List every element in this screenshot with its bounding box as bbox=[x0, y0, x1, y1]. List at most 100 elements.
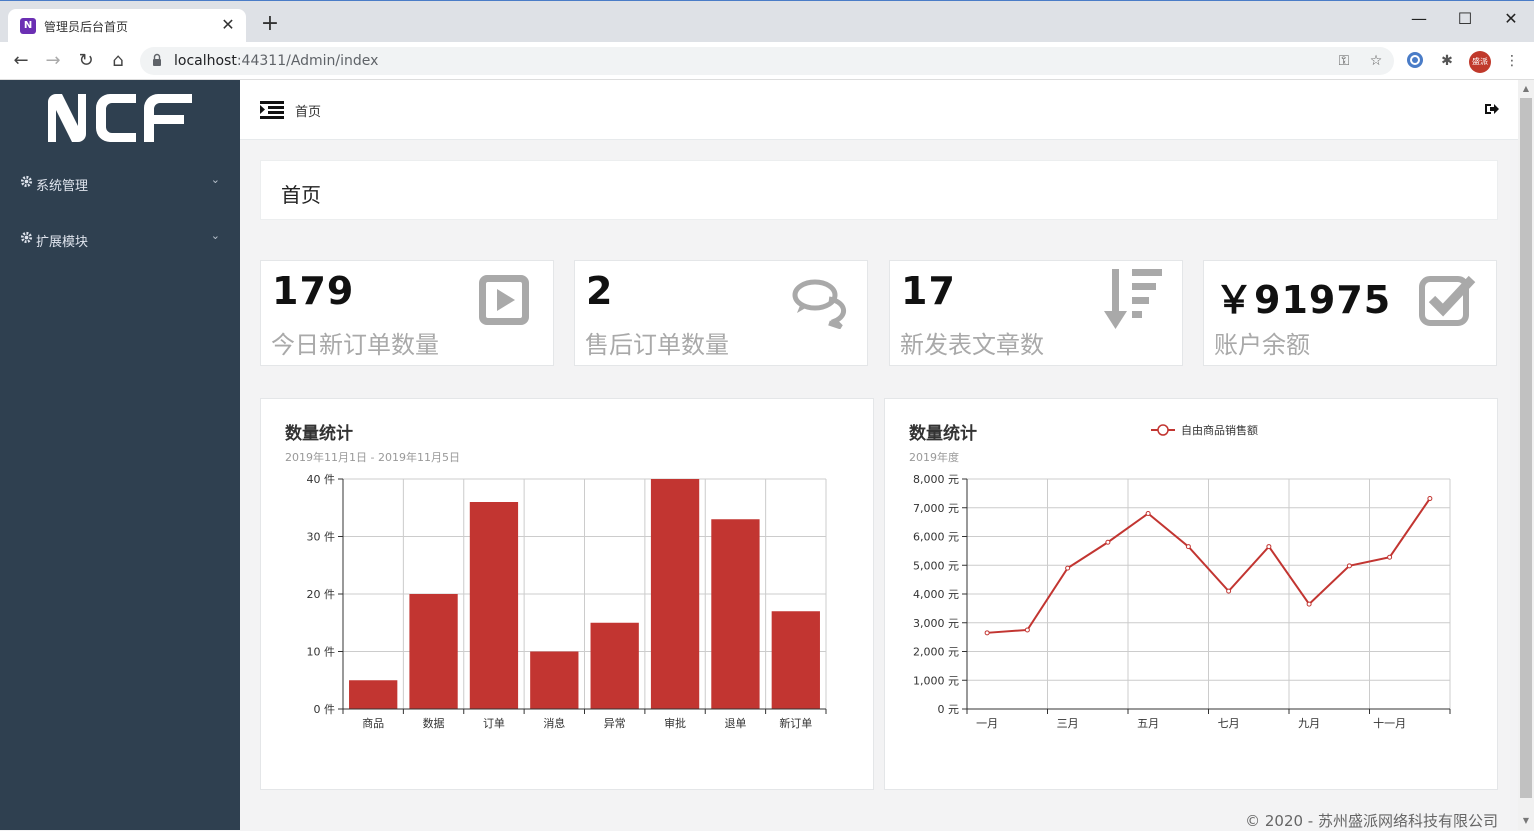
reload-button[interactable]: ↻ bbox=[74, 49, 98, 73]
lock-icon bbox=[153, 53, 161, 66]
x-tick-label: 七月 bbox=[1218, 717, 1240, 730]
chevron-down-icon: ⌄ bbox=[210, 173, 220, 186]
new-tab-button[interactable]: + bbox=[258, 13, 282, 37]
window-close-button[interactable]: ✕ bbox=[1488, 5, 1534, 33]
sidebar-item-label: 系统管理 bbox=[36, 179, 89, 194]
extensions-puzzle-icon[interactable]: ✱ bbox=[1437, 51, 1457, 71]
breadcrumb[interactable]: 首页 bbox=[295, 101, 321, 120]
stat-card-new-articles: 17 新发表文章数 bbox=[889, 260, 1183, 366]
x-tick-label: 三月 bbox=[1057, 717, 1079, 730]
data-point-九月 bbox=[1306, 601, 1312, 607]
indent-menu-icon[interactable] bbox=[260, 101, 284, 119]
page-header: 首页 bbox=[260, 160, 1498, 220]
data-point-二月 bbox=[1024, 627, 1030, 633]
x-tick-label: 异常 bbox=[604, 717, 626, 730]
data-point-三月 bbox=[1065, 565, 1071, 571]
x-tick-label: 商品 bbox=[362, 716, 384, 730]
bar-商品 bbox=[349, 680, 398, 709]
data-point-十二月 bbox=[1427, 496, 1433, 502]
play-square-icon bbox=[479, 275, 529, 325]
profile-avatar[interactable]: 盛派 bbox=[1469, 51, 1491, 73]
y-tick-label: 5,000 元 bbox=[913, 559, 959, 572]
sidebar: 系统管理 ⌄ 扩展模块 ⌄ bbox=[0, 80, 240, 830]
stat-label: 新发表文章数 bbox=[900, 331, 1044, 359]
back-button[interactable]: ← bbox=[9, 49, 33, 73]
window-minimize-button[interactable]: — bbox=[1396, 5, 1442, 33]
stat-label: 售后订单数量 bbox=[585, 331, 729, 359]
stat-card-after-sales: 2 售后订单数量 bbox=[574, 260, 868, 366]
check-square-icon bbox=[1419, 275, 1476, 326]
favicon-icon: N bbox=[20, 18, 36, 34]
y-tick-label: 30 件 bbox=[307, 531, 336, 544]
tab-close-icon[interactable]: ✕ bbox=[218, 15, 238, 35]
bar-新订单 bbox=[771, 611, 820, 709]
comments-icon bbox=[792, 279, 846, 329]
stat-card-balance: ￥91975 账户余额 bbox=[1203, 260, 1497, 366]
y-tick-label: 3,000 元 bbox=[913, 617, 959, 630]
y-tick-label: 0 件 bbox=[314, 703, 336, 716]
x-tick-label: 数据 bbox=[423, 716, 445, 730]
y-tick-label: 7,000 元 bbox=[913, 502, 959, 515]
browser-toolbar: ← → ↻ ⌂ localhost:44311/Admin/index ⚿ ☆ … bbox=[0, 42, 1534, 80]
key-icon[interactable]: ⚿ bbox=[1334, 51, 1354, 71]
scroll-down-icon[interactable]: ▼ bbox=[1521, 816, 1531, 826]
home-button[interactable]: ⌂ bbox=[106, 49, 130, 73]
ncf-logo bbox=[48, 94, 192, 142]
browser-menu-icon[interactable]: ⋮ bbox=[1502, 51, 1522, 71]
y-tick-label: 8,000 元 bbox=[913, 473, 959, 486]
bar-chart: 0 件 10 件 20 件 30 件 40 件商品 数据 订单 消息 异常 审批 退单 新订单 bbox=[307, 473, 827, 730]
y-tick-label: 2,000 元 bbox=[913, 646, 959, 659]
data-point-六月 bbox=[1185, 544, 1191, 550]
y-tick-label: 40 件 bbox=[307, 473, 336, 486]
stat-value: 2 bbox=[586, 269, 614, 313]
bar-异常 bbox=[590, 622, 639, 709]
gear-icon bbox=[20, 175, 33, 188]
stat-value: 179 bbox=[272, 269, 355, 313]
extension-icon[interactable] bbox=[1405, 51, 1425, 71]
page-scrollbar[interactable]: ▲ ▼ bbox=[1518, 80, 1534, 830]
scroll-thumb[interactable] bbox=[1520, 98, 1532, 798]
x-tick-label: 十一月 bbox=[1373, 716, 1406, 730]
forward-button[interactable]: → bbox=[41, 49, 65, 73]
y-tick-label: 1,000 元 bbox=[913, 674, 959, 687]
browser-tab[interactable]: N 管理员后台首页 ✕ bbox=[8, 9, 246, 43]
legend-marker bbox=[1157, 424, 1169, 436]
x-tick-label: 五月 bbox=[1137, 717, 1159, 730]
sort-amount-desc-icon bbox=[1104, 269, 1162, 329]
data-point-十一月 bbox=[1387, 554, 1393, 560]
sign-out-icon[interactable] bbox=[1484, 101, 1500, 117]
footer-copyright: © 2020 - 苏州盛派网络科技有限公司 bbox=[1245, 812, 1498, 830]
y-tick-label: 6,000 元 bbox=[913, 531, 959, 544]
x-tick-label: 订单 bbox=[483, 717, 505, 730]
url-text[interactable]: localhost:44311/Admin/index bbox=[174, 53, 378, 69]
data-point-七月 bbox=[1226, 588, 1232, 594]
x-tick-label: 消息 bbox=[543, 716, 565, 730]
url-host: localhost bbox=[174, 53, 237, 69]
bookmark-star-icon[interactable]: ☆ bbox=[1366, 51, 1386, 71]
data-point-四月 bbox=[1105, 539, 1111, 545]
sidebar-item-system[interactable]: 系统管理 ⌄ bbox=[0, 165, 240, 201]
stat-label: 今日新订单数量 bbox=[271, 331, 439, 359]
data-point-五月 bbox=[1145, 511, 1151, 516]
line-chart: 0 元 1,000 元 2,000 元 3,000 元 4,000 元 5,000 元 6,… bbox=[913, 423, 1451, 730]
window-maximize-button[interactable]: ☐ bbox=[1442, 5, 1488, 33]
extension-logo-icon bbox=[1407, 52, 1423, 68]
legend-label: 自由商品销售额 bbox=[1181, 423, 1258, 437]
x-tick-label: 一月 bbox=[976, 717, 998, 730]
x-tick-label: 退单 bbox=[724, 717, 746, 730]
gear-icon bbox=[20, 231, 33, 244]
bar-消息 bbox=[530, 651, 579, 709]
line-chart-panel: 数量统计 2019年度 0 元 1,000 元 2,000 元 3,000 元 4,00… bbox=[884, 398, 1498, 790]
address-bar[interactable]: localhost:44311/Admin/index ⚿ ☆ bbox=[140, 47, 1394, 75]
stat-value: ￥91975 bbox=[1215, 278, 1392, 322]
sidebar-item-extensions[interactable]: 扩展模块 ⌄ bbox=[0, 221, 240, 257]
stat-value: 17 bbox=[901, 269, 956, 313]
x-tick-label: 审批 bbox=[664, 716, 686, 730]
sidebar-item-label: 扩展模块 bbox=[36, 235, 89, 250]
scroll-up-icon[interactable]: ▲ bbox=[1521, 84, 1531, 94]
bar-chart-panel: 数量统计 2019年11月1日 - 2019年11月5日 0 件 10 件 20 件… bbox=[260, 398, 874, 790]
bar-退单 bbox=[711, 519, 760, 709]
stat-card-new-orders: 179 今日新订单数量 bbox=[260, 260, 554, 366]
bar-订单 bbox=[469, 502, 519, 709]
stat-label: 账户余额 bbox=[1214, 331, 1310, 359]
